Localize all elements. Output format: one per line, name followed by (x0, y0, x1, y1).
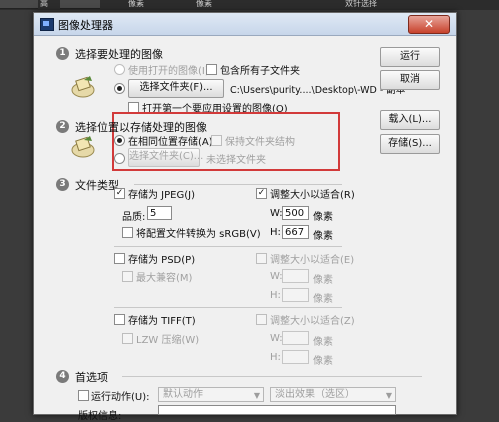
action-set-value: 默认动作 (163, 389, 203, 400)
section3-number: 3 (56, 178, 69, 191)
psd-width-label: W: (270, 271, 283, 282)
section4-divider (122, 376, 422, 377)
dialog-title: 图像处理器 (58, 19, 113, 32)
use-open-images-radio[interactable] (114, 64, 125, 75)
photoshop-icon (40, 18, 54, 31)
folder-image-icon (70, 75, 96, 99)
same-location-radio[interactable] (114, 135, 125, 146)
action-value: 淡出效果（选区） (275, 389, 355, 400)
save-as-jpeg-checkbox[interactable]: ✓ (114, 188, 125, 199)
psd-divider (114, 307, 342, 308)
run-button[interactable]: 运行 (380, 47, 440, 67)
max-compat-label: 最大兼容(M) (136, 273, 193, 284)
jpeg-height-input[interactable]: 667 (282, 225, 309, 239)
select-dest-folder-radio[interactable] (114, 153, 125, 164)
psd-height-label: H: (270, 290, 281, 301)
run-action-checkbox[interactable] (78, 390, 89, 401)
lzw-checkbox[interactable] (122, 333, 133, 344)
jpeg-height-unit: 像素 (313, 231, 333, 242)
section3-title: 文件类型 (75, 179, 119, 192)
action-set-dropdown[interactable]: 默认动作 ▼ (158, 387, 264, 402)
chevron-down-icon: ▼ (253, 391, 260, 400)
lzw-label: LZW 压缩(W) (136, 335, 200, 346)
save-as-psd-checkbox[interactable] (114, 253, 125, 264)
jpeg-width-input[interactable]: 500 (282, 206, 309, 220)
tiff-width-label: W: (270, 333, 283, 344)
folder-save-icon (70, 135, 96, 159)
section1-title: 选择要处理的图像 (75, 48, 163, 61)
host-toolbar: 高 像素 像素 双针选择 (0, 0, 499, 10)
tiff-height-label: H: (270, 352, 281, 363)
keep-folder-structure-checkbox[interactable] (211, 135, 222, 146)
chevron-down-icon: ▼ (385, 391, 392, 400)
tiff-width-unit: 像素 (313, 337, 333, 348)
jpeg-width-unit: 像素 (313, 212, 333, 223)
keep-folder-structure-label: 保持文件夹结构 (225, 137, 295, 148)
psd-width-unit: 像素 (313, 275, 333, 286)
select-folder-radio[interactable] (114, 83, 125, 94)
jpeg-resize-checkbox[interactable]: ✓ (256, 188, 267, 199)
convert-srgb-checkbox[interactable] (122, 227, 133, 238)
no-folder-selected-text: 未选择文件夹 (206, 155, 266, 166)
jpeg-resize-label: 调整大小以适合(R) (270, 190, 355, 201)
host-toolbar-field-2[interactable] (60, 0, 100, 9)
use-open-images-label: 使用打开的图像(I) (128, 66, 209, 77)
section4-number: 4 (56, 370, 69, 383)
dialog-titlebar[interactable]: 图像处理器 ✕ (34, 13, 456, 36)
psd-resize-label: 调整大小以适合(E) (270, 255, 355, 266)
include-subfolders-checkbox[interactable] (206, 64, 217, 75)
save-settings-button[interactable]: 存储(S)... (380, 134, 440, 154)
jpeg-quality-input[interactable]: 5 (147, 206, 172, 220)
host-toolbar-right-label: 双针选择 (345, 0, 377, 8)
select-dest-folder-button[interactable]: 选择文件夹(C)... (128, 148, 203, 167)
host-toolbar-field[interactable] (0, 0, 38, 9)
run-action-label: 运行动作(U): (91, 392, 150, 403)
convert-srgb-label: 将配置文件转换为 sRGB(V) (136, 229, 261, 240)
copyright-input[interactable] (158, 405, 396, 415)
cancel-button[interactable]: 取消 (380, 70, 440, 90)
save-as-tiff-label: 存储为 TIFF(T) (128, 316, 196, 327)
host-toolbar-btn-b[interactable]: 像素 (196, 0, 212, 9)
close-button[interactable]: ✕ (408, 15, 450, 34)
same-location-label: 在相同位置存储(A) (128, 137, 213, 148)
action-dropdown[interactable]: 淡出效果（选区） ▼ (270, 387, 396, 402)
tiff-height-unit: 像素 (313, 356, 333, 367)
tiff-resize-checkbox[interactable] (256, 314, 267, 325)
include-subfolders-label: 包含所有子文件夹 (220, 66, 300, 77)
section3-divider (134, 184, 342, 185)
tiff-resize-label: 调整大小以适合(Z) (270, 316, 355, 327)
load-button[interactable]: 载入(L)... (380, 110, 440, 130)
jpeg-quality-label: 品质: (122, 212, 146, 223)
psd-height-unit: 像素 (313, 294, 333, 305)
save-as-tiff-checkbox[interactable] (114, 314, 125, 325)
jpeg-height-label: H: (270, 227, 281, 238)
host-toolbar-left-label: 高 (40, 0, 48, 8)
psd-resize-checkbox[interactable] (256, 253, 267, 264)
host-toolbar-btn-a[interactable]: 像素 (128, 0, 144, 9)
jpeg-divider (114, 246, 342, 247)
jpeg-width-label: W: (270, 208, 283, 219)
max-compat-checkbox[interactable] (122, 271, 133, 282)
save-as-psd-label: 存储为 PSD(P) (128, 255, 196, 266)
psd-height-input[interactable] (282, 288, 309, 302)
image-processor-dialog: 图像处理器 ✕ 1 选择要处理的图像 使用打开的图像(I) 包含所有子文件夹 选… (33, 12, 457, 422)
tiff-height-input[interactable] (282, 350, 309, 364)
copyright-label: 版权信息: (78, 411, 122, 422)
save-as-jpeg-label: 存储为 JPEG(J) (128, 190, 195, 201)
section2-number: 2 (56, 120, 69, 133)
select-source-folder-button[interactable]: 选择文件夹(F)... (128, 79, 224, 98)
section4-title: 首选项 (75, 371, 108, 384)
tiff-width-input[interactable] (282, 331, 309, 345)
psd-width-input[interactable] (282, 269, 309, 283)
section1-number: 1 (56, 47, 69, 60)
